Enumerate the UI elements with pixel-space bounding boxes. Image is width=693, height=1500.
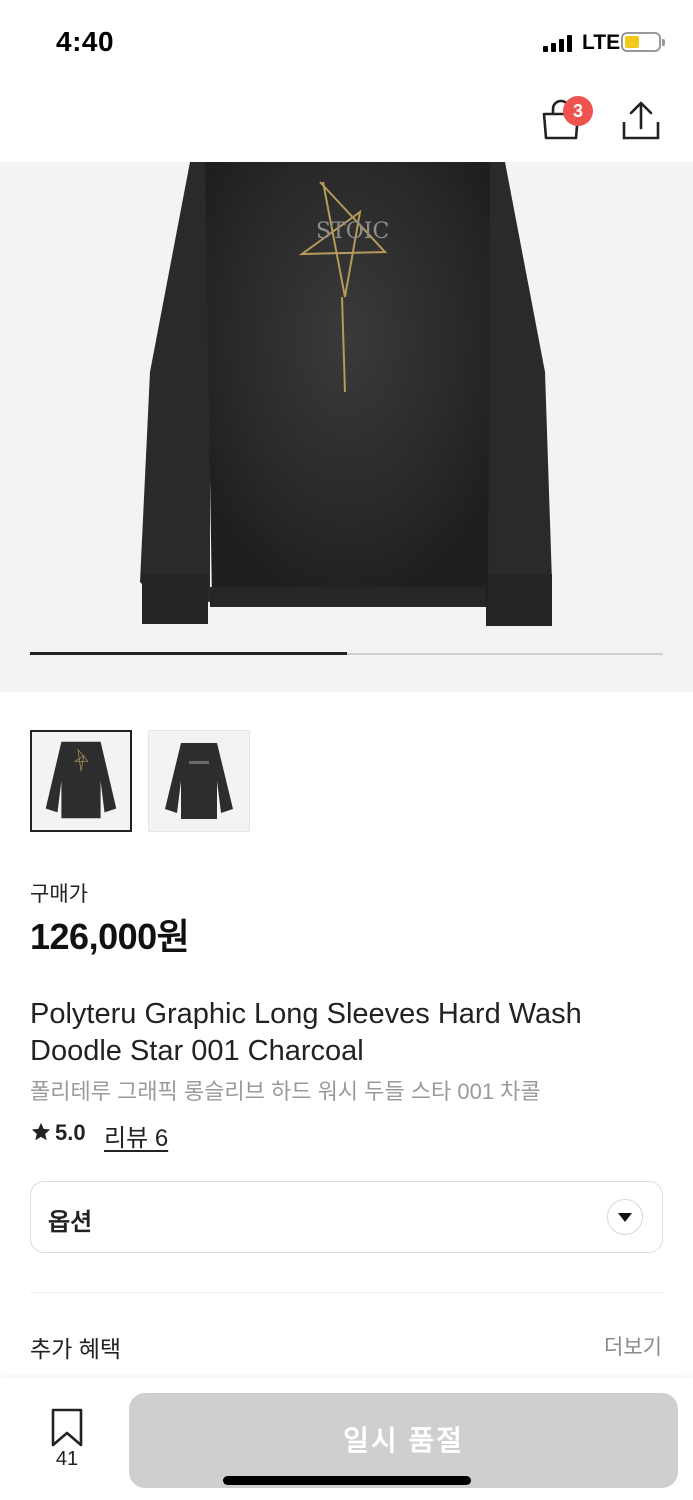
thumbnail-2[interactable] xyxy=(148,730,250,832)
product-name-en: Polyteru Graphic Long Sleeves Hard Wash … xyxy=(30,998,582,1067)
cart-badge: 3 xyxy=(563,96,593,126)
option-select[interactable] xyxy=(30,1181,663,1253)
option-label: 옵션 xyxy=(48,1209,93,1236)
price-label: 구매가 xyxy=(30,883,88,906)
share-icon[interactable] xyxy=(620,98,662,142)
sold-out-button[interactable]: 일시 품절 xyxy=(129,1393,678,1488)
chevron-down-icon[interactable] xyxy=(607,1199,643,1235)
star-icon xyxy=(31,1122,51,1141)
gallery-progress-fill xyxy=(30,652,347,655)
benefits-more-link[interactable]: 더보기 xyxy=(604,1331,662,1361)
benefits-title: 추가 혜택 xyxy=(30,1336,122,1362)
bookmark-icon[interactable] xyxy=(50,1407,84,1449)
battery-icon xyxy=(621,32,665,52)
product-name-ko: 폴리테루 그래픽 롱슬리브 하드 워시 두들 스타 001 차콜 xyxy=(30,1079,541,1104)
status-time: 4:40 xyxy=(56,26,115,57)
bookmark-count: 41 xyxy=(55,1448,79,1470)
product-image: STOIC xyxy=(140,162,552,626)
thumbnail-1[interactable] xyxy=(30,730,132,832)
thumbnail-image xyxy=(45,741,117,819)
signal-icon xyxy=(543,34,575,52)
home-indicator xyxy=(223,1476,471,1485)
network-label: LTE xyxy=(582,31,621,54)
divider xyxy=(30,1292,663,1293)
rating-value: 5.0 xyxy=(55,1120,86,1145)
product-price: 126,000원 xyxy=(30,916,190,957)
thumbnail-image xyxy=(165,743,233,819)
shirt-print-text: STOIC xyxy=(316,219,389,244)
product-image-gallery[interactable]: STOIC xyxy=(0,162,693,692)
review-link[interactable]: 리뷰 6 xyxy=(104,1118,168,1153)
